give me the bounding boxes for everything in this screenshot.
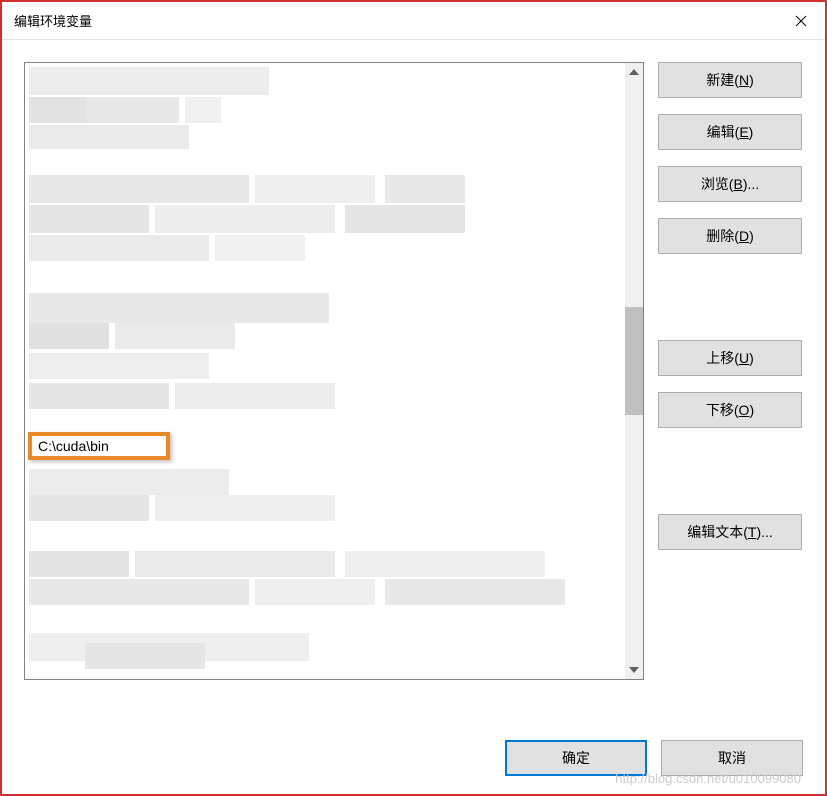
delete-button[interactable]: 删除(D) [658, 218, 802, 254]
edit-text-button[interactable]: 编辑文本(T)... [658, 514, 802, 550]
scroll-down-button[interactable] [625, 661, 643, 679]
edit-button[interactable]: 编辑(E) [658, 114, 802, 150]
cancel-button[interactable]: 取消 [661, 740, 803, 776]
path-entry-highlighted[interactable]: C:\cuda\bin [28, 432, 170, 460]
scrollbar[interactable] [625, 63, 643, 679]
browse-button[interactable]: 浏览(B)... [658, 166, 802, 202]
chevron-down-icon [629, 667, 639, 673]
button-column: 新建(N) 编辑(E) 浏览(B)... 删除(D) 上移(U) 下移(O) 编… [658, 62, 802, 680]
ok-button[interactable]: 确定 [505, 740, 647, 776]
move-up-button[interactable]: 上移(U) [658, 340, 802, 376]
blurred-content [25, 63, 627, 679]
titlebar: 编辑环境变量 [2, 2, 825, 40]
move-down-button[interactable]: 下移(O) [658, 392, 802, 428]
path-list[interactable]: C:\cuda\bin [24, 62, 644, 680]
window-title: 编辑环境变量 [14, 11, 92, 30]
path-entry-value: C:\cuda\bin [38, 438, 109, 454]
close-button[interactable] [777, 2, 825, 40]
new-button[interactable]: 新建(N) [658, 62, 802, 98]
bottom-buttons: 确定 取消 [505, 740, 803, 776]
scroll-up-button[interactable] [625, 63, 643, 81]
chevron-up-icon [629, 69, 639, 75]
dialog-body: C:\cuda\bin 新建(N) 编辑(E) 浏览(B)... [2, 40, 825, 702]
scroll-thumb[interactable] [625, 307, 643, 415]
close-icon [795, 15, 807, 27]
